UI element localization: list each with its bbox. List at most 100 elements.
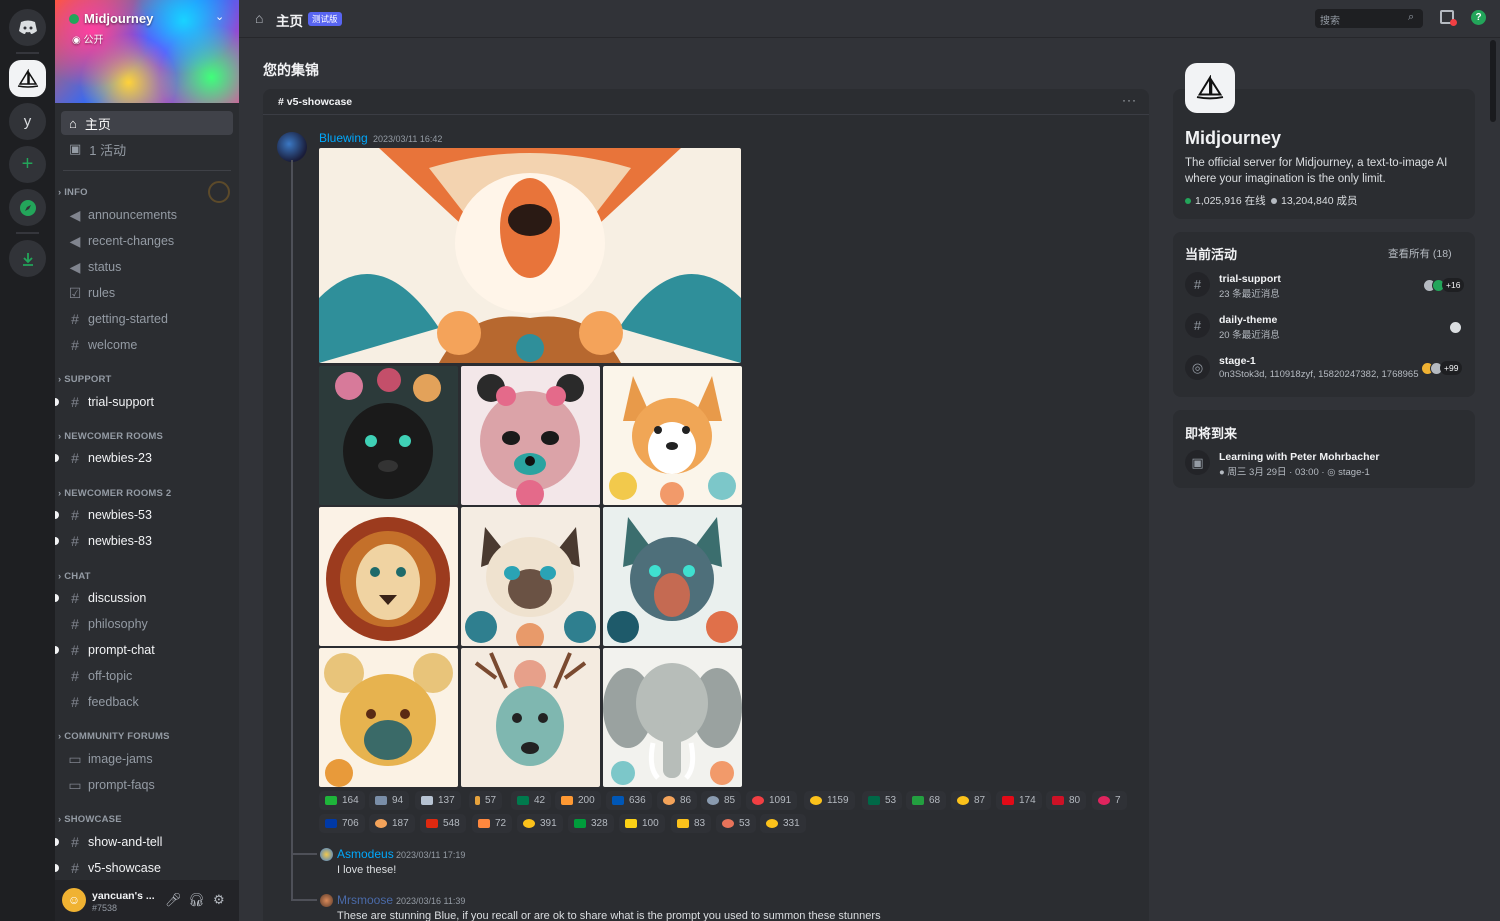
reaction-chip[interactable]: 53	[716, 814, 757, 833]
mic-muted-icon[interactable]: 🎤︎	[165, 892, 182, 908]
reaction-chip[interactable]: 187	[369, 814, 415, 833]
nav-home[interactable]: ⌂ 主页	[61, 111, 233, 135]
channel-getting-started[interactable]: # getting-started	[61, 307, 233, 331]
reaction-chip[interactable]: 86	[657, 791, 698, 810]
image-hyena[interactable]	[319, 648, 458, 787]
channel-newbies-53[interactable]: # newbies-53	[55, 503, 233, 527]
fox-emoji-icon	[663, 796, 675, 805]
server-banner[interactable]: Midjourney ◉ 公开 ⌄	[55, 0, 239, 103]
server-name[interactable]: Midjourney	[69, 11, 153, 26]
reaction-chip[interactable]: 636	[606, 791, 652, 810]
image-wolf[interactable]	[603, 507, 742, 646]
more-options-icon[interactable]: ···	[1122, 93, 1137, 107]
channel-show-and-tell[interactable]: # show-and-tell	[55, 830, 233, 854]
image-panther[interactable]	[319, 366, 458, 505]
reaction-chip[interactable]: 83	[671, 814, 712, 833]
download-icon[interactable]	[9, 240, 46, 277]
avatar[interactable]	[320, 848, 333, 861]
channel-philosophy[interactable]: # philosophy	[61, 612, 233, 636]
reply-author[interactable]: Asmodeus	[337, 847, 394, 861]
category-newcomer-rooms[interactable]: › NEWCOMER ROOMS	[58, 431, 163, 442]
reaction-chip[interactable]: 200	[555, 791, 601, 810]
reaction-chip[interactable]: 68	[906, 791, 947, 810]
server-midjourney-icon[interactable]	[9, 60, 46, 97]
reaction-chip[interactable]: 100	[619, 814, 665, 833]
help-icon[interactable]: ?	[1471, 10, 1486, 25]
activity-name[interactable]: trial-support	[1219, 273, 1281, 285]
chevron-down-icon[interactable]: ⌄	[215, 10, 224, 23]
reply-timestamp: 2023/03/16 11:39	[396, 896, 466, 906]
image-lion[interactable]	[319, 507, 458, 646]
activity-name[interactable]: daily-theme	[1219, 314, 1277, 326]
category-support[interactable]: › SUPPORT	[58, 374, 112, 385]
channel-newbies-83[interactable]: # newbies-83	[55, 529, 233, 553]
reaction-chip[interactable]: 164	[319, 791, 365, 810]
view-all-link[interactable]: 查看所有 (18)	[1388, 246, 1452, 261]
reaction-chip[interactable]: 53	[862, 791, 903, 810]
category-showcase[interactable]: › SHOWCASE	[58, 814, 122, 825]
image-bear[interactable]	[461, 366, 600, 505]
message-author[interactable]: Bluewing	[319, 131, 368, 145]
flag-icon	[517, 796, 529, 805]
channel-image-jams[interactable]: ▭ image-jams	[61, 747, 233, 771]
reaction-chip[interactable]: 1091	[746, 791, 798, 810]
channel-off-topic[interactable]: # off-topic	[61, 664, 233, 688]
channel-feedback[interactable]: # feedback	[61, 690, 233, 714]
search-input[interactable]: 搜索	[1315, 9, 1423, 28]
reaction-chip[interactable]: 548	[420, 814, 466, 833]
reaction-chip[interactable]: 706	[319, 814, 365, 833]
reaction-chip[interactable]: 80	[1046, 791, 1087, 810]
event-name[interactable]: Learning with Peter Mohrbacher	[1219, 451, 1379, 463]
reaction-chip[interactable]: 94	[369, 791, 410, 810]
gear-icon[interactable]: ⚙	[213, 892, 225, 908]
forum-icon: ▭	[68, 776, 82, 793]
reaction-chip[interactable]: 57	[469, 791, 503, 810]
channel-prompt-chat[interactable]: # prompt-chat	[55, 638, 233, 662]
post-channel[interactable]: # v5-showcase	[278, 96, 352, 108]
category-newcomer-rooms-2[interactable]: › NEWCOMER ROOMS 2	[58, 488, 171, 499]
category-chat[interactable]: › CHAT	[58, 571, 91, 582]
discord-icon[interactable]	[9, 9, 46, 46]
reaction-chip[interactable]: 42	[511, 791, 552, 810]
nav-activity[interactable]: ▣ 1 活动	[61, 137, 233, 161]
channel-v5-showcase[interactable]: # v5-showcase	[55, 856, 233, 880]
image-elephant[interactable]	[603, 648, 742, 787]
reaction-chip[interactable]: 1159	[804, 791, 855, 810]
channel-discussion[interactable]: # discussion	[55, 586, 233, 610]
headphones-icon[interactable]: 🎧︎	[188, 892, 205, 908]
channel-rules[interactable]: ☑ rules	[61, 281, 233, 305]
server-y-icon[interactable]: y	[9, 103, 46, 140]
flag-icon	[1002, 796, 1014, 805]
avatar[interactable]	[320, 894, 333, 907]
reaction-chip[interactable]: 174	[996, 791, 1042, 810]
channel-status[interactable]: ◀ status	[61, 255, 233, 279]
image-corgi[interactable]	[603, 366, 742, 505]
channel-newbies-23[interactable]: # newbies-23	[55, 446, 233, 470]
reply-author[interactable]: Mrsmoose	[337, 893, 393, 907]
compass-icon[interactable]	[9, 189, 46, 226]
reaction-chip[interactable]: 328	[568, 814, 614, 833]
category-info[interactable]: › INFO	[58, 187, 88, 198]
plus-icon[interactable]: +	[9, 146, 46, 183]
reaction-chip[interactable]: 72	[472, 814, 513, 833]
channel-prompt-faqs[interactable]: ▭ prompt-faqs	[61, 773, 233, 797]
channel-announcements[interactable]: ◀ announcements	[61, 203, 233, 227]
user-name[interactable]: yancuan's ...	[92, 890, 155, 902]
reaction-chip[interactable]: 391	[517, 814, 563, 833]
reaction-chip[interactable]: 87	[951, 791, 992, 810]
channel-trial-support[interactable]: # trial-support	[55, 390, 233, 414]
reaction-chip[interactable]: 331	[760, 814, 806, 833]
scrollbar[interactable]	[1490, 40, 1496, 122]
reaction-chip[interactable]: 7	[1092, 791, 1127, 810]
category-community-forums[interactable]: › COMMUNITY FORUMS	[58, 731, 170, 742]
avatar[interactable]	[277, 132, 307, 162]
image-deer[interactable]	[461, 648, 600, 787]
image-fox[interactable]	[319, 148, 741, 363]
reaction-chip[interactable]: 137	[415, 791, 461, 810]
image-cat[interactable]	[461, 507, 600, 646]
reaction-chip[interactable]: 85	[701, 791, 742, 810]
channel-welcome[interactable]: # welcome	[61, 333, 233, 357]
avatar[interactable]: ☺	[62, 888, 86, 912]
activity-name[interactable]: stage-1	[1219, 355, 1256, 367]
channel-recent-changes[interactable]: ◀ recent-changes	[61, 229, 233, 253]
